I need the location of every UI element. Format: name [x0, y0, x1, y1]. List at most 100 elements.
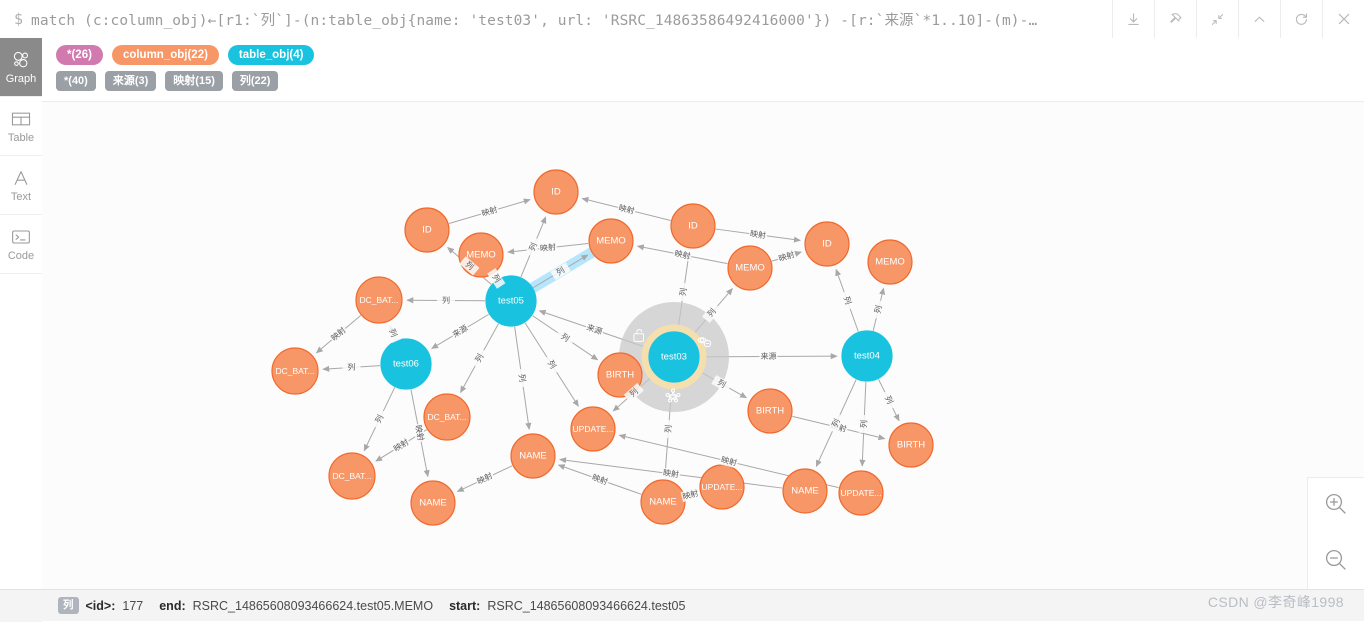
edge-label-backdrop	[672, 248, 693, 262]
graph-node-column[interactable]: NAME	[640, 479, 686, 525]
legend-panel: *(26) column_obj(22) table_obj(4) *(40) …	[42, 38, 1364, 102]
rel-label-chip-mapping[interactable]: 映射(15)	[165, 71, 223, 91]
edge-label-backdrop	[342, 361, 361, 373]
download-button[interactable]	[1112, 0, 1154, 38]
edge-label-backdrop	[584, 321, 605, 338]
graph-node-column[interactable]: NAME	[782, 468, 828, 514]
edge-label-backdrop	[449, 322, 471, 341]
graph-node-column[interactable]: BIRTH	[747, 388, 793, 434]
edge-label-backdrop	[412, 423, 427, 443]
rel-label-chip-source[interactable]: 来源(3)	[104, 71, 157, 91]
refresh-icon	[1294, 12, 1309, 27]
graph-node-column[interactable]: ID	[404, 207, 450, 253]
chevron-up-icon	[1252, 12, 1267, 27]
graph-node-column[interactable]: ID	[804, 221, 850, 267]
rel-label-chip-all[interactable]: *(40)	[56, 71, 96, 91]
sidebar-item-graph[interactable]: Graph	[0, 38, 42, 97]
query-input[interactable]: $ match (c:column_obj)←[r1:`列`]-(n:table…	[0, 0, 1112, 38]
code-icon	[11, 226, 31, 248]
text-icon	[11, 167, 31, 189]
graph-node-column[interactable]: DC_BAT...	[271, 347, 319, 395]
edge-label-backdrop	[328, 324, 349, 344]
graph-node-column[interactable]: MEMO	[867, 239, 913, 285]
zoom-in-icon	[1322, 490, 1350, 523]
status-id-key: <id>:	[85, 598, 116, 613]
status-start-value: RSRC_14865608093466624.test05	[487, 598, 686, 613]
edge-label-backdrop	[858, 414, 870, 434]
graph-node-column[interactable]: BIRTH	[888, 422, 934, 468]
node-layer[interactable]: IDIDMEMOMEMOIDMEMOIDMEMODC_BAT...DC_BAT.…	[271, 169, 934, 526]
query-text: match (c:column_obj)←[r1:`列`]-(n:table_o…	[31, 12, 1038, 29]
sidebar-item-table-label: Table	[7, 132, 35, 144]
collapse-button[interactable]	[1196, 0, 1238, 38]
zoom-controls	[1307, 477, 1364, 590]
node-label-chip-column-obj[interactable]: column_obj(22)	[111, 45, 219, 65]
graph-node-column[interactable]: DC_BAT...	[423, 393, 471, 441]
graph-node-column[interactable]: MEMO	[588, 218, 634, 264]
edge-label-backdrop	[384, 322, 401, 344]
edge-label-backdrop	[390, 436, 412, 455]
graph-node-column[interactable]: UPDATE...	[699, 464, 745, 510]
sidebar-item-code[interactable]: Code	[0, 215, 42, 274]
edge-label-backdrop	[371, 408, 388, 430]
edge-label-backdrop	[589, 471, 611, 488]
sidebar-item-code-label: Code	[7, 250, 35, 262]
graph-node-column[interactable]: DC_BAT...	[355, 276, 403, 324]
zoom-in-button[interactable]	[1308, 478, 1364, 534]
close-icon	[1336, 11, 1352, 27]
graph-node-table[interactable]: test05	[485, 275, 537, 327]
zoom-out-button[interactable]	[1308, 534, 1364, 590]
graph-icon	[11, 49, 31, 71]
graph-node-column[interactable]: ID	[670, 203, 716, 249]
graph-visualization[interactable]: IDIDMEMOMEMOIDMEMOIDMEMODC_BAT...DC_BAT.…	[42, 102, 1364, 589]
status-end-key: end:	[159, 598, 186, 613]
rel-label-chip-column[interactable]: 列(22)	[231, 71, 279, 91]
close-button[interactable]	[1322, 0, 1364, 38]
graph-node-table[interactable]: test03	[648, 331, 700, 383]
node-label-chip-all[interactable]: *(26)	[56, 45, 103, 65]
edge-label-backdrop	[616, 202, 637, 217]
edge-label-backdrop	[880, 389, 898, 411]
edge-label-backdrop	[759, 351, 778, 362]
status-id-value: 177	[122, 598, 144, 613]
zoom-out-icon	[1322, 546, 1350, 579]
graph-node-column[interactable]: UPDATE...	[838, 470, 884, 516]
table-icon	[11, 108, 31, 130]
edge-label-backdrop	[776, 249, 797, 265]
status-badge: 列	[58, 597, 79, 614]
collapse-icon	[1210, 12, 1225, 27]
status-bar: 列 <id>: 177 end: RSRC_14865608093466624.…	[42, 589, 1364, 621]
graph-node-column[interactable]: NAME	[510, 433, 556, 479]
edge-label-backdrop	[515, 368, 529, 388]
edge-label-backdrop	[470, 347, 489, 369]
sidebar-item-text-label: Text	[10, 191, 32, 203]
node-label-chip-table-obj[interactable]: table_obj(4)	[227, 45, 315, 65]
graph-node-column[interactable]: NAME	[410, 480, 456, 526]
edge-label-backdrop	[839, 290, 855, 311]
sidebar-item-graph-label: Graph	[5, 73, 37, 85]
sidebar-item-table[interactable]: Table	[0, 97, 42, 156]
status-start-key: start:	[449, 598, 481, 613]
pin-button[interactable]	[1154, 0, 1196, 38]
graph-node-column[interactable]: MEMO	[727, 245, 773, 291]
status-end-value: RSRC_14865608093466624.test05.MEMO	[192, 598, 434, 613]
edge-label-backdrop	[479, 204, 500, 219]
view-mode-sidebar: Graph Table Text Code	[0, 38, 43, 621]
edge-label-backdrop	[474, 470, 496, 488]
rel-label-chip-row: *(40) 来源(3) 映射(15) 列(22)	[56, 71, 1364, 91]
refresh-button[interactable]	[1280, 0, 1322, 38]
graph-node-column[interactable]: ID	[533, 169, 579, 215]
query-toolbar: $ match (c:column_obj)←[r1:`列`]-(n:table…	[0, 0, 1364, 39]
graph-node-table[interactable]: test04	[841, 330, 893, 382]
sidebar-item-text[interactable]: Text	[0, 156, 42, 215]
graph-node-column[interactable]: DC_BAT...	[328, 452, 376, 500]
graph-canvas[interactable]: ID ID MEMO MEMO ID MEMO ID MEMO DC_BAT... DC_BAT.…	[42, 102, 1364, 589]
edge-label-backdrop	[436, 295, 456, 306]
graph-node-column[interactable]: UPDATE...	[570, 406, 616, 452]
minimize-button[interactable]	[1238, 0, 1280, 38]
edge-label-backdrop	[680, 487, 701, 503]
status-bar-gutter	[0, 589, 42, 622]
edge-label-backdrop	[871, 299, 886, 320]
graph-node-table[interactable]: test06	[380, 338, 432, 390]
edge-label-backdrop	[662, 419, 675, 439]
